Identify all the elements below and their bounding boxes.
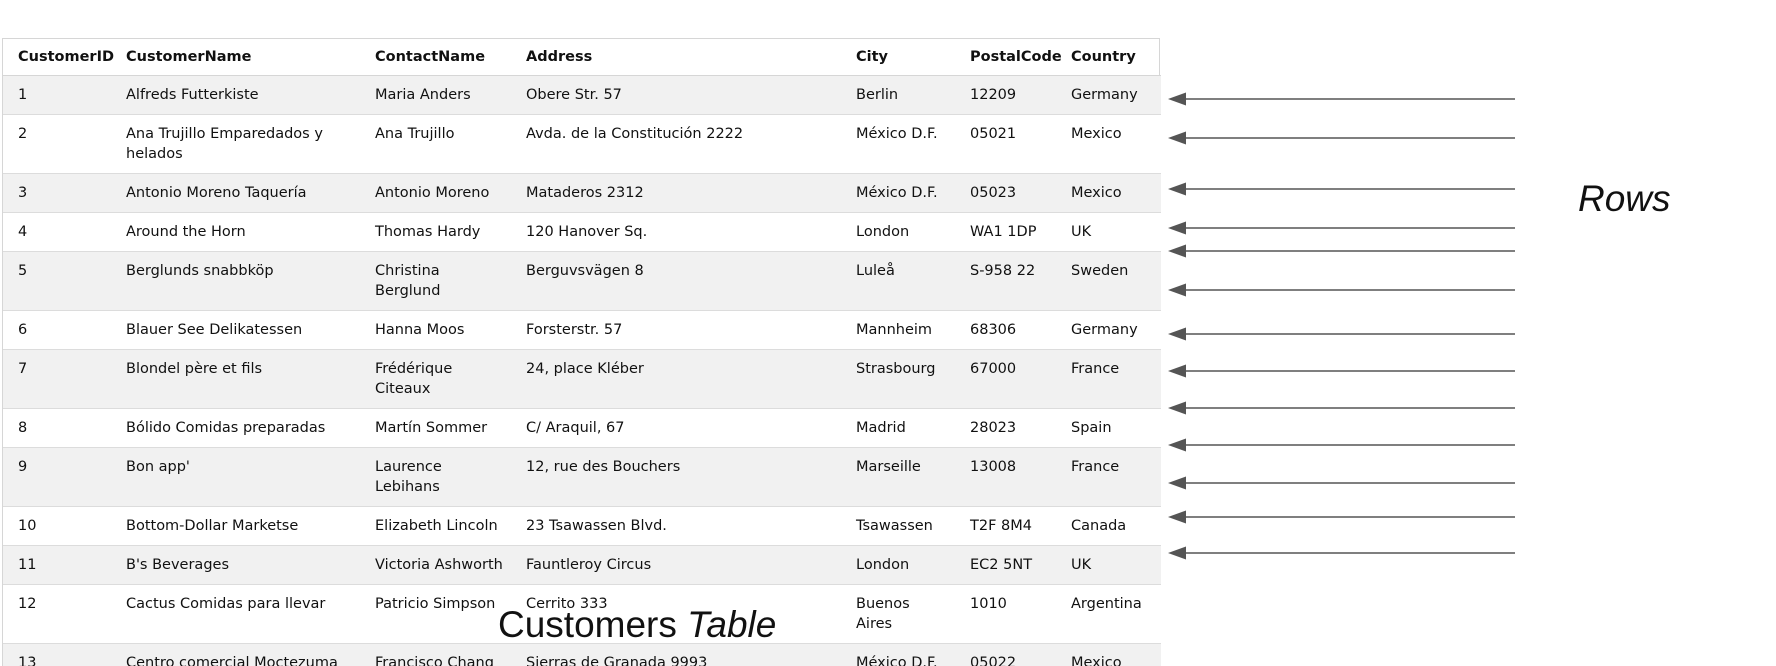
- row-arrow-head: [1168, 244, 1186, 258]
- row-arrow-head: [1168, 131, 1186, 145]
- row-arrow-head: [1168, 438, 1186, 452]
- row-arrows: [1168, 92, 1515, 560]
- row-arrow-head: [1168, 510, 1186, 524]
- caption-emphasis: Table: [687, 604, 777, 645]
- row-arrow-head: [1168, 182, 1186, 196]
- caption-word: Customers: [498, 604, 677, 645]
- row-arrow-head: [1168, 221, 1186, 235]
- row-arrow-head: [1168, 327, 1186, 341]
- row-arrow-head: [1168, 401, 1186, 415]
- row-arrow-head: [1168, 546, 1186, 560]
- table-caption: Customers Table: [498, 604, 776, 646]
- row-arrow-head: [1168, 476, 1186, 490]
- row-arrow-head: [1168, 283, 1186, 297]
- rows-label: Rows: [1578, 178, 1671, 219]
- row-arrow-head: [1168, 364, 1186, 378]
- row-arrow-head: [1168, 92, 1186, 106]
